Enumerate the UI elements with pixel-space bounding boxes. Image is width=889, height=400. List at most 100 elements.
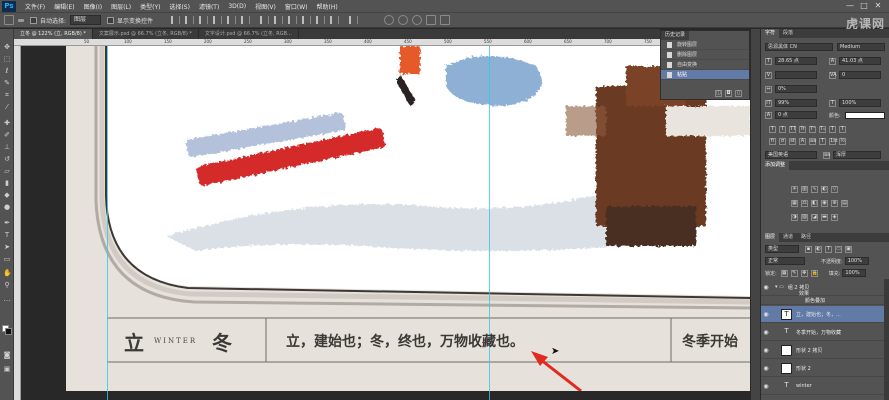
layer-filter-dropdown[interactable]: 类型 xyxy=(765,245,799,253)
auto-align-icon[interactable] xyxy=(349,16,359,24)
layer-row-selected[interactable]: ◉ T 立，建始也；冬，... xyxy=(761,306,889,323)
eye-icon[interactable]: ◉ xyxy=(761,365,771,372)
3d-drag-icon[interactable] xyxy=(426,15,437,25)
kerning-field[interactable] xyxy=(775,71,817,79)
ruler-horizontal[interactable]: 50 100 150 200 250 300 350 400 450 500 5… xyxy=(14,39,660,46)
font-style-dropdown[interactable]: Medium xyxy=(837,43,885,51)
strikethrough-button[interactable]: T xyxy=(839,125,846,133)
tab-paragraph[interactable]: 段落 xyxy=(779,29,797,38)
selective-color-icon[interactable]: ◈ xyxy=(831,213,838,221)
eraser-tool-icon[interactable]: ▱ xyxy=(3,167,11,175)
superscript-button[interactable]: T¹ xyxy=(809,125,816,133)
background-color-swatch[interactable] xyxy=(5,328,12,335)
exposure-icon[interactable]: ◐ xyxy=(821,185,828,193)
move-tool-icon[interactable]: ✥ xyxy=(3,43,11,51)
lock-all-icon[interactable]: 🔒 xyxy=(810,269,818,277)
doc-tab-active[interactable]: 立冬 @ 122% (立, RGB/8) * xyxy=(14,29,93,39)
hand-tool-icon[interactable]: ✋ xyxy=(3,269,12,277)
subscript-button[interactable]: T₁ xyxy=(819,125,826,133)
faux-bold-button[interactable]: T xyxy=(769,125,776,133)
layers-scrollbar[interactable] xyxy=(884,279,889,400)
healing-tool-icon[interactable]: ✚ xyxy=(3,119,11,127)
swash-icon[interactable]: σ xyxy=(779,137,786,145)
banner-right-text[interactable]: 冬季开始 xyxy=(682,331,738,351)
lock-position-icon[interactable]: ✥ xyxy=(800,269,808,277)
filter-adjust-icon[interactable]: ◐ xyxy=(815,245,822,253)
align-vcenter-icon[interactable] xyxy=(185,16,195,24)
move-tool-icon[interactable] xyxy=(4,15,14,25)
auto-select-checkbox[interactable] xyxy=(30,16,37,24)
eyedropper-tool-icon[interactable]: ⁄ xyxy=(3,103,11,111)
doc-tab[interactable]: 文字设计.psd @ 66.7% (立冬, RGB... xyxy=(198,29,299,39)
all-caps-button[interactable]: TT xyxy=(789,125,796,133)
3d-mode-icon[interactable] xyxy=(384,15,395,25)
lasso-tool-icon[interactable]: ℓ xyxy=(3,67,11,75)
stylistic-icon[interactable]: st xyxy=(789,137,796,145)
menu-window[interactable]: 窗口(W) xyxy=(285,2,308,11)
shape-tool-icon[interactable]: ▭ xyxy=(3,255,11,263)
camera-icon[interactable]: ◘ xyxy=(725,90,732,97)
menu-help[interactable]: 帮助(H) xyxy=(317,2,338,11)
eye-icon[interactable]: ◉ xyxy=(761,311,771,318)
levels-icon[interactable]: ▥ xyxy=(801,185,808,193)
menu-3d[interactable]: 3D(D) xyxy=(228,3,246,10)
path-select-tool-icon[interactable]: ➤ xyxy=(3,243,11,251)
gradient-map-icon[interactable]: ▬ xyxy=(821,213,828,221)
crop-tool-icon[interactable]: ⌗ xyxy=(3,91,11,99)
ruler-vertical[interactable] xyxy=(14,46,21,400)
gradient-tool-icon[interactable]: ▮ xyxy=(3,179,11,187)
invert-icon[interactable]: ◑ xyxy=(791,213,798,221)
opacity-field[interactable]: 100% xyxy=(844,257,869,265)
screen-mode-icon[interactable]: ▣ xyxy=(3,365,11,373)
filter-pixel-icon[interactable]: ▪ xyxy=(805,245,812,253)
layer-row-effect[interactable]: 颜色叠加 xyxy=(761,297,889,305)
posterize-icon[interactable]: ▨ xyxy=(801,213,808,221)
history-tab[interactable]: 历史记录 xyxy=(661,31,690,40)
trash-icon[interactable]: ▯ xyxy=(735,90,742,97)
show-transform-checkbox[interactable] xyxy=(107,16,115,24)
3d-slide-icon[interactable] xyxy=(440,15,451,25)
align-right-icon[interactable] xyxy=(241,16,251,24)
distribute-right-icon[interactable] xyxy=(330,16,340,24)
new-snapshot-icon[interactable]: ◫ xyxy=(715,90,722,97)
faux-italic-button[interactable]: T xyxy=(779,125,786,133)
close-button[interactable]: ✕ xyxy=(871,0,885,12)
tab-paths[interactable]: 路径 xyxy=(797,233,815,242)
distribute-top-icon[interactable] xyxy=(260,16,270,24)
menu-edit[interactable]: 编辑(E) xyxy=(54,2,74,11)
small-caps-button[interactable]: Tr xyxy=(799,125,806,133)
color-lookup-icon[interactable]: ▤ xyxy=(841,199,848,207)
menu-image[interactable]: 图像(I) xyxy=(84,2,102,11)
stamp-tool-icon[interactable]: ⊥ xyxy=(3,143,11,151)
eye-icon[interactable]: ◉ xyxy=(761,329,771,336)
distribute-left-icon[interactable] xyxy=(302,16,312,24)
vibrance-icon[interactable]: ▽ xyxy=(831,185,838,193)
pen-tool-icon[interactable]: ✒ xyxy=(3,219,11,227)
layer-row[interactable]: ◉ T 冬季开始，万物收藏 xyxy=(761,324,889,341)
lock-pixels-icon[interactable]: ▦ xyxy=(780,269,788,277)
distribute-hcenter-icon[interactable] xyxy=(316,16,326,24)
filter-type-icon[interactable]: T xyxy=(825,245,832,253)
menu-select[interactable]: 选择(S) xyxy=(169,2,190,11)
edit-toolbar-icon[interactable]: … xyxy=(3,295,11,303)
zoom-tool-icon[interactable]: ⚲ xyxy=(3,281,11,289)
photo-filter-icon[interactable]: ◉ xyxy=(821,199,828,207)
banner-winter-text[interactable]: WINTER xyxy=(154,337,197,345)
menu-filter[interactable]: 滤镜(T) xyxy=(199,2,219,11)
hue-sat-icon[interactable]: ▦ xyxy=(791,199,798,207)
maximize-button[interactable]: □ xyxy=(857,0,871,12)
brush-tool-icon[interactable]: ✐ xyxy=(3,131,11,139)
curves-icon[interactable]: ∿ xyxy=(811,185,818,193)
align-hcenter-icon[interactable] xyxy=(227,16,237,24)
tab-adjustments[interactable]: 添加调整 xyxy=(761,161,790,170)
menu-view[interactable]: 视图(V) xyxy=(255,2,276,11)
blend-mode-dropdown[interactable]: 正常 xyxy=(765,257,805,265)
eye-icon[interactable]: ◉ xyxy=(761,383,771,390)
doc-tab[interactable]: 文案展示.psd @ 66.7% (立冬, RGB/8) * xyxy=(92,29,199,39)
layer-row[interactable]: ◉ T winter xyxy=(761,378,889,395)
layer-row[interactable]: ◉ 形状 2 拷贝 xyxy=(761,342,889,359)
distribute-vcenter-icon[interactable] xyxy=(274,16,284,24)
layer-row-effect[interactable]: 效果 xyxy=(761,289,889,297)
tab-character[interactable]: 字符 xyxy=(761,29,780,38)
vertical-scale-field[interactable]: 99% xyxy=(775,99,817,107)
